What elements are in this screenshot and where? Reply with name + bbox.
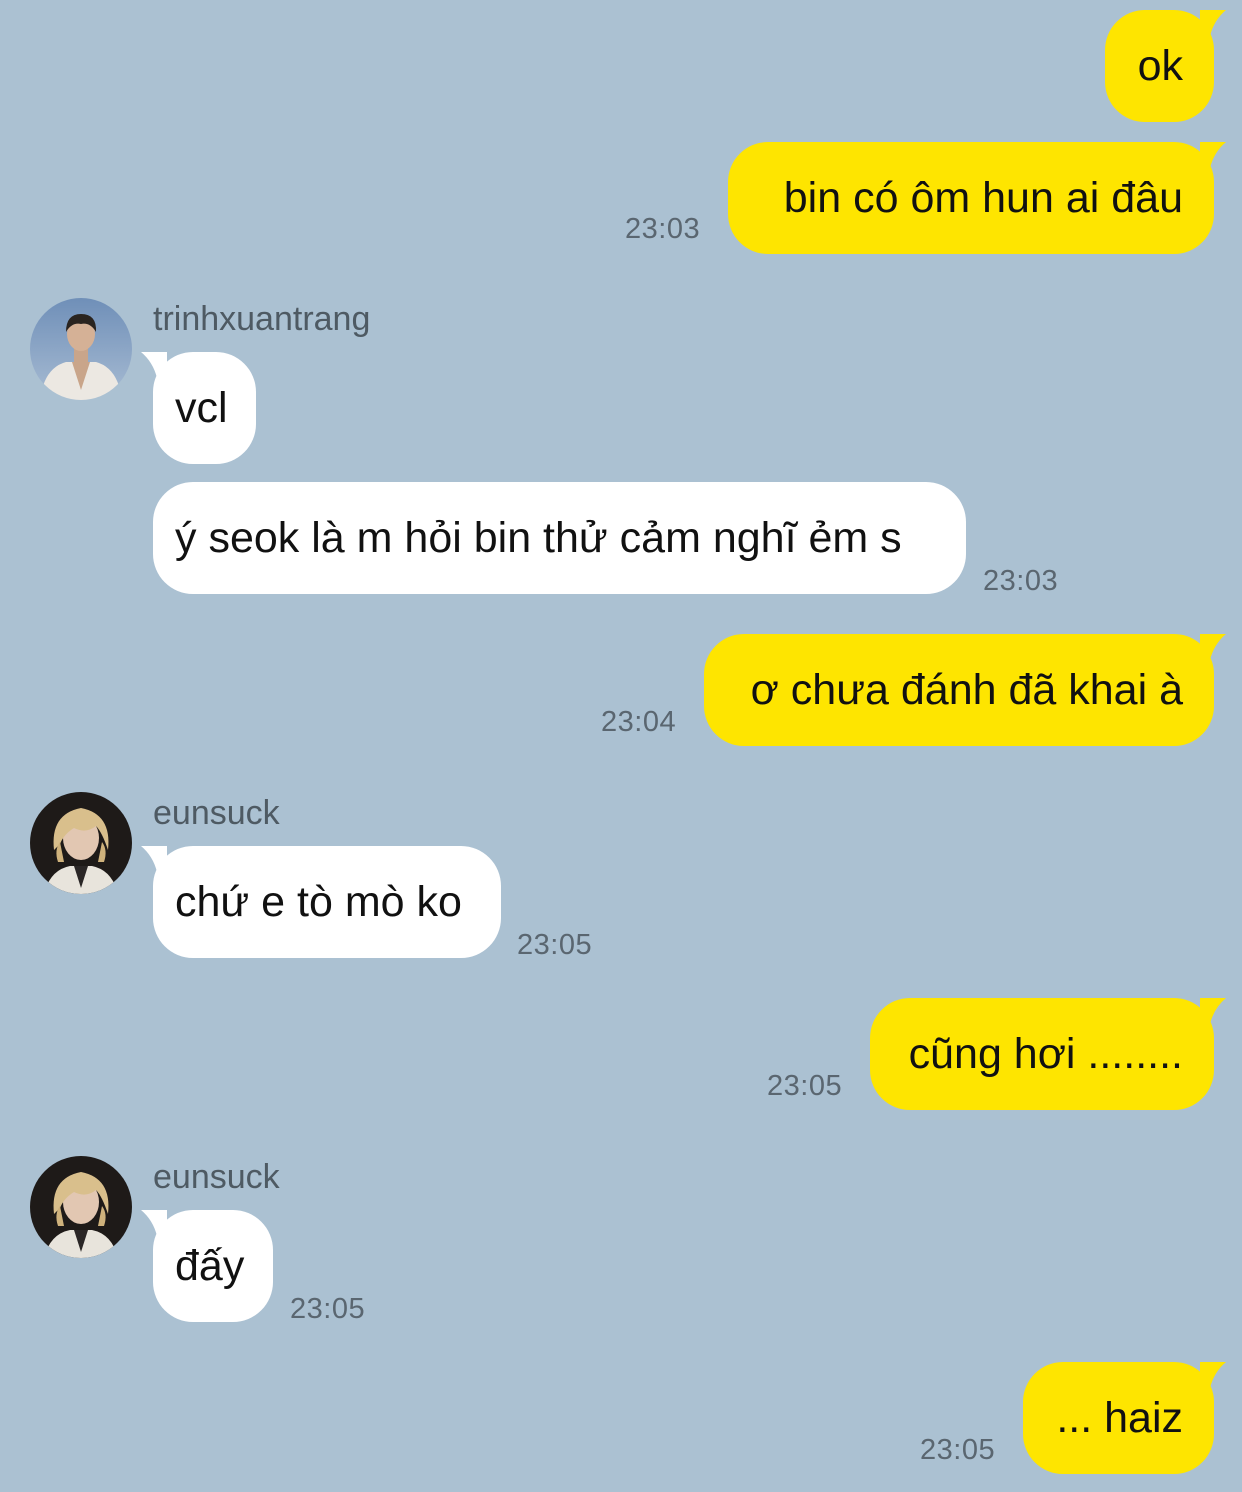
message-bubble-incoming[interactable]: đấy [141,1210,273,1322]
avatar-image [30,792,132,894]
message-text: đấy [175,1241,245,1290]
avatar-eunsuck[interactable] [30,792,132,894]
message-timestamp: 23:05 [767,1070,843,1102]
bubble-tail [1200,1362,1226,1388]
bubble-tail [141,1210,167,1236]
bubble-tail [1200,10,1226,36]
message-bubble-incoming[interactable]: chứ e tò mò ko [141,846,501,958]
message-text: bin có ôm hun ai đâu [783,173,1183,222]
avatar-eunsuck[interactable] [30,1156,132,1258]
message-bubble-outgoing[interactable]: bin có ôm hun ai đâu [728,142,1226,254]
message-text: vcl [175,383,228,432]
message-timestamp: 23:05 [517,929,593,961]
sender-name: trinhxuantrang [153,300,371,338]
message-timestamp: 23:04 [601,706,677,738]
message-bubble-outgoing[interactable]: cũng hơi ........ [870,998,1226,1110]
message-text: ơ chưa đánh đã khai à [750,665,1183,714]
message-timestamp: 23:05 [290,1293,366,1325]
message-bubble-outgoing[interactable]: ơ chưa đánh đã khai à [704,634,1226,746]
bubble-tail [1200,634,1226,660]
message-bubble-incoming[interactable]: ý seok là m hỏi bin thử cảm nghĩ ẻm s [153,482,966,594]
message-timestamp: 23:05 [920,1434,996,1466]
message-text: chứ e tò mò ko [175,877,462,926]
avatar-image [30,298,132,400]
message-timestamp: 23:03 [625,213,701,245]
bubble-tail [1200,998,1226,1024]
sender-name: eunsuck [153,1158,280,1196]
message-bubble-outgoing[interactable]: ok [1105,10,1226,122]
bubble-tail [141,846,167,872]
bubble-tail [1200,142,1226,168]
message-text: ý seok là m hỏi bin thử cảm nghĩ ẻm s [175,513,902,562]
avatar-image [30,1156,132,1258]
sender-name: eunsuck [153,794,280,832]
message-timestamp: 23:03 [983,565,1059,597]
message-bubble-outgoing[interactable]: ... haiz [1023,1362,1226,1474]
message-text: ok [1137,41,1183,90]
message-text: ... haiz [1056,1393,1183,1442]
avatar-trinhxuantrang[interactable] [30,298,132,400]
message-text: cũng hơi ........ [908,1029,1183,1078]
message-bubble-incoming[interactable]: vcl [141,352,256,464]
bubble-tail [141,352,167,378]
